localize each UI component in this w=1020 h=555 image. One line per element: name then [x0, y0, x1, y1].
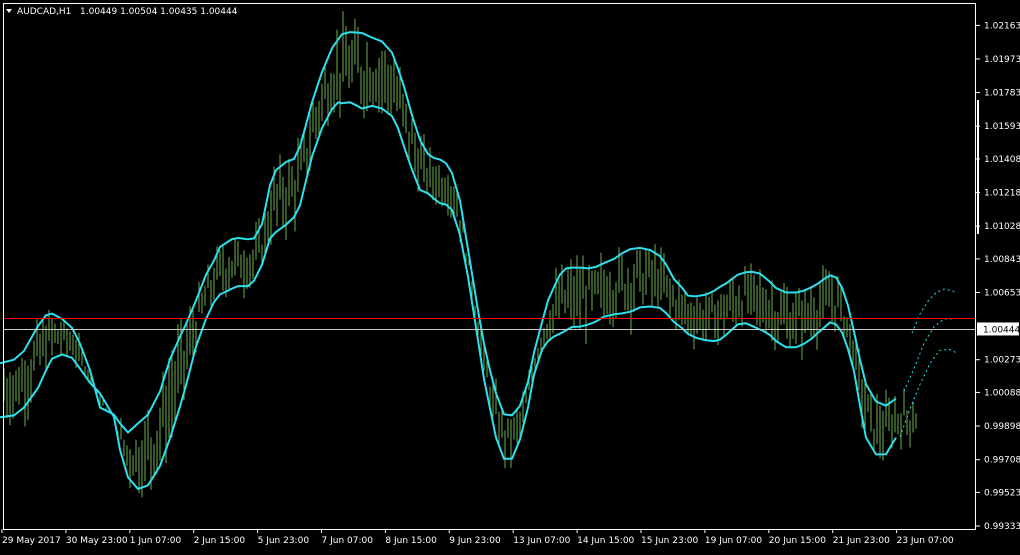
y-tick-label: 1.01593: [984, 122, 1020, 132]
y-tick-label: 1.00273: [984, 356, 1020, 366]
x-tick-label: 23 Jun 07:00: [897, 536, 954, 546]
y-tick-label: 1.01783: [984, 89, 1020, 99]
y-tick-label: 0.99898: [984, 422, 1020, 432]
y-tick-label: 0.99523: [984, 488, 1020, 498]
x-tick-label: 13 Jun 07:00: [513, 536, 570, 546]
x-tick-label: 29 May 2017: [2, 536, 61, 546]
x-tick-label: 8 Jun 15:00: [385, 536, 437, 546]
x-tick-label: 21 Jun 23:00: [833, 536, 890, 546]
x-tick-label: 2 Jun 15:00: [194, 536, 246, 546]
y-tick-label: 1.01028: [984, 222, 1020, 232]
y-tick-label: 1.01408: [984, 155, 1020, 165]
current-price-label-text: 1.00444: [983, 325, 1020, 335]
x-tick-label: 14 Jun 15:00: [577, 536, 634, 546]
x-tick-label: 1 Jun 07:00: [130, 536, 182, 546]
ohlc-values: 1.00449 1.00504 1.00435 1.00444: [80, 7, 238, 17]
y-tick-label: 1.00088: [984, 388, 1020, 398]
y-tick-label: 0.99333: [984, 522, 1020, 532]
chart-background: [0, 0, 1020, 551]
y-tick-label: 1.01973: [984, 55, 1020, 65]
chart-svg: 1.02163 1.01973 1.01783 1.01593 1.01408 1.012…: [0, 0, 1020, 551]
current-price-label: 1.00444: [977, 322, 1020, 336]
chart-header: AUDCAD,H1 1.00449 1.00504 1.00435 1.0044…: [6, 7, 238, 17]
x-tick-label: 30 May 23:00: [66, 536, 128, 546]
x-tick-label: 20 Jun 15:00: [769, 536, 826, 546]
x-tick-label: 5 Jun 23:00: [258, 536, 310, 546]
x-tick-label: 19 Jun 07:00: [705, 536, 762, 546]
y-tick-label: 1.01218: [984, 189, 1020, 199]
y-tick-label: 1.02163: [984, 21, 1020, 31]
y-tick-label: 1.00653: [984, 288, 1020, 298]
price-chart[interactable]: 1.02163 1.01973 1.01783 1.01593 1.01408 1.012…: [0, 0, 1020, 551]
x-tick-label: 15 Jun 23:00: [641, 536, 698, 546]
y-tick-label: 0.99708: [984, 456, 1020, 466]
x-tick-label: 9 Jun 23:00: [449, 536, 501, 546]
symbol-label: AUDCAD,H1: [17, 7, 71, 17]
x-tick-label: 7 Jun 07:00: [322, 536, 374, 546]
y-tick-label: 1.00843: [984, 255, 1020, 265]
